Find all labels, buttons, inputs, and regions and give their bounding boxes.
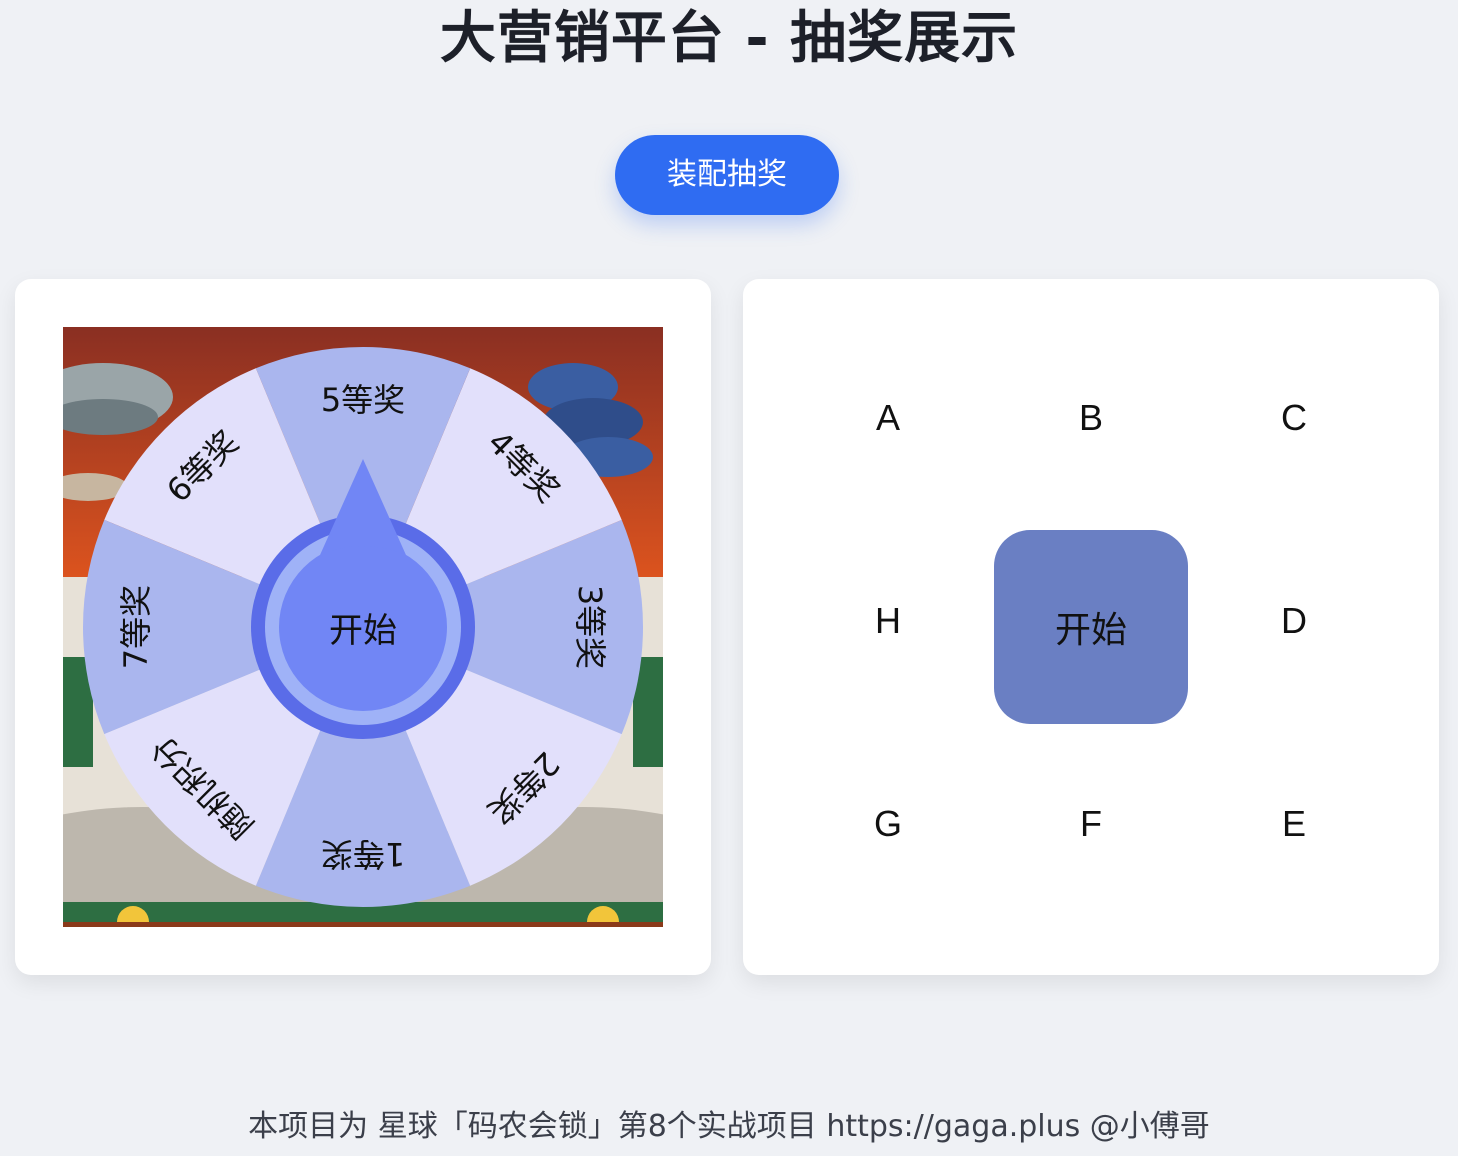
page-title: 大营销平台 - 抽奖展示	[439, 6, 1019, 71]
grid-prize-f: F	[1080, 803, 1102, 844]
wheel-prize-label: 3等奖	[571, 585, 609, 669]
wheel-start-label: 开始	[329, 611, 397, 651]
wheel-prize-label: 5等奖	[321, 381, 405, 419]
assemble-lottery-button[interactable]: 装配抽奖	[615, 135, 839, 215]
nine-grid-card: A B C H 开始 D G F E	[743, 279, 1439, 975]
grid-prize-c: C	[1281, 397, 1307, 438]
grid-prize-e: E	[1281, 803, 1306, 844]
wheel-prize-label: 1等奖	[321, 835, 405, 873]
grid-prize-a: A	[875, 397, 900, 438]
footer-credit: 本项目为 星球「码农会锁」第8个实战项目 https://gaga.plus @…	[248, 1109, 1210, 1144]
grid-prize-b: B	[1078, 397, 1103, 438]
wheel-prize-label: 7等奖	[117, 585, 155, 669]
grid-prize-d: D	[1281, 600, 1307, 641]
grid-start-button[interactable]: 开始	[994, 530, 1188, 724]
lucky-wheel-card: 1等奖 2等奖 3等奖 4等奖 5等奖 6等奖 7等奖 随机积分 开始	[15, 279, 711, 975]
grid-prize-g: G	[873, 803, 902, 844]
lucky-wheel: 1等奖 2等奖 3等奖 4等奖 5等奖 6等奖 7等奖 随机积分 开始	[63, 327, 663, 927]
grid-prize-h: H	[875, 600, 901, 641]
